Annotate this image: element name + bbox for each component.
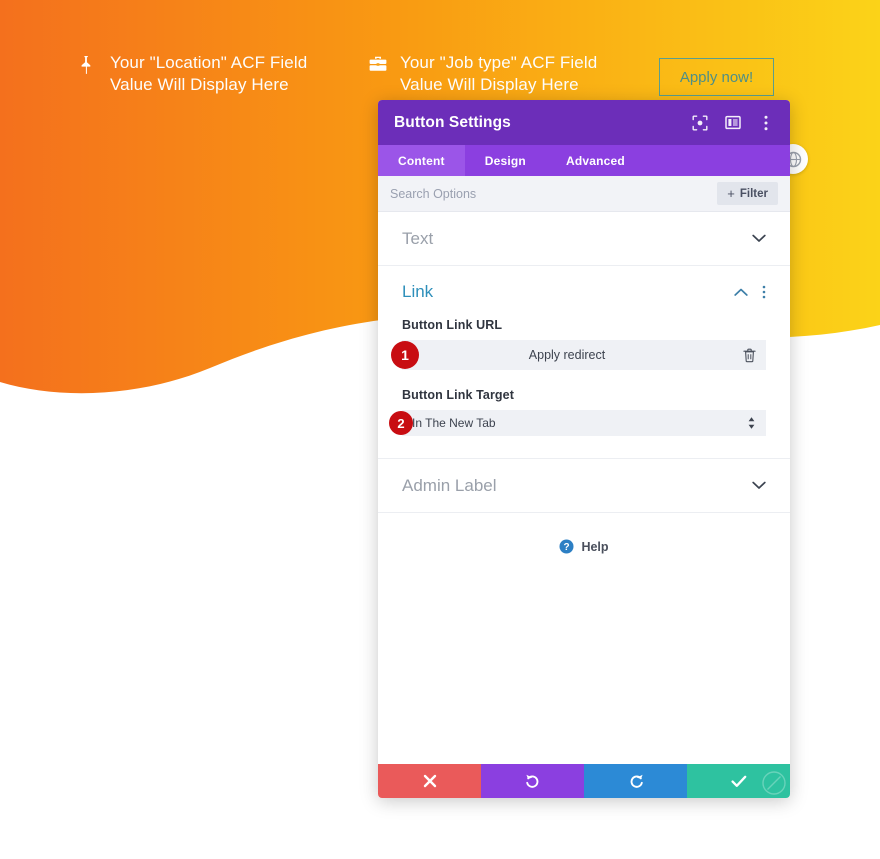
screen: Your "Location" ACF Field Value Will Dis… <box>0 0 880 859</box>
tab-design[interactable]: Design <box>465 145 546 176</box>
panel-tabs: Content Design Advanced <box>378 145 790 176</box>
step-badge-2: 2 <box>389 411 413 435</box>
map-pin-icon <box>78 55 98 81</box>
meta-location: Your "Location" ACF Field Value Will Dis… <box>78 52 307 96</box>
help-button[interactable]: ? Help <box>378 513 790 580</box>
section-link-header[interactable]: Link <box>378 266 790 318</box>
meta-location-text: Your "Location" ACF Field Value Will Dis… <box>110 53 308 94</box>
tab-content[interactable]: Content <box>378 145 465 176</box>
step-badge-1: 1 <box>391 341 419 369</box>
button-link-target-label: Button Link Target <box>402 388 514 402</box>
chevron-down-icon[interactable] <box>752 481 766 490</box>
cancel-button[interactable] <box>378 764 481 798</box>
vertical-dots-icon[interactable] <box>758 115 774 131</box>
button-settings-panel: Button Settings Content Design Advanced … <box>378 100 790 798</box>
chevron-up-icon[interactable] <box>734 288 748 297</box>
svg-text:?: ? <box>564 542 570 553</box>
button-link-url-label: Button Link URL <box>402 318 503 332</box>
section-admin-label-title: Admin Label <box>402 475 497 495</box>
button-link-url-value: Apply redirect <box>528 348 606 362</box>
trash-icon[interactable] <box>732 348 766 363</box>
meta-jobtype-text: Your "Job type" ACF Field Value Will Dis… <box>400 53 598 94</box>
undo-button[interactable] <box>481 764 584 798</box>
button-link-url-field[interactable]: 1 Apply redirect <box>391 340 766 370</box>
button-link-target-select[interactable]: 2 In The New Tab <box>389 410 766 436</box>
section-link: Link Button Link URL 1 Apply redirect Bu… <box>378 266 790 459</box>
check-icon <box>730 775 747 788</box>
filter-label: Filter <box>739 187 768 200</box>
help-label: Help <box>581 539 609 554</box>
chevron-down-icon[interactable] <box>752 234 766 243</box>
panel-body: Text Link Button Link URL 1 Apply redire… <box>378 212 790 764</box>
panel-footer <box>378 764 790 798</box>
undo-arrow-icon <box>525 773 541 789</box>
section-admin-label[interactable]: Admin Label <box>378 459 790 513</box>
link-options-vertical-dots-icon[interactable] <box>762 285 766 299</box>
question-circle-icon: ? <box>559 539 574 554</box>
resize-handle[interactable] <box>761 770 787 796</box>
search-bar: + Filter <box>378 176 790 212</box>
x-icon <box>423 774 437 788</box>
meta-jobtype: Your "Job type" ACF Field Value Will Dis… <box>368 52 597 96</box>
filter-button[interactable]: + Filter <box>717 182 778 205</box>
panel-title: Button Settings <box>394 113 511 131</box>
redo-arrow-icon <box>628 773 644 789</box>
plus-icon: + <box>727 186 735 201</box>
focus-target-icon[interactable] <box>692 115 708 131</box>
section-text-title: Text <box>402 228 434 248</box>
tab-advanced[interactable]: Advanced <box>546 145 645 176</box>
search-input[interactable] <box>390 186 718 201</box>
briefcase-icon <box>368 55 388 81</box>
select-arrows-icon[interactable] <box>747 416 756 430</box>
link-fields: Button Link URL 1 Apply redirect Button … <box>378 318 790 458</box>
section-text[interactable]: Text <box>378 212 790 266</box>
redo-button[interactable] <box>584 764 687 798</box>
button-link-target-value: In The New Tab <box>412 416 496 430</box>
layout-columns-icon[interactable] <box>725 115 741 131</box>
apply-now-button[interactable]: Apply now! <box>659 58 774 96</box>
panel-header: Button Settings <box>378 100 790 145</box>
section-link-title: Link <box>402 282 434 301</box>
panel-header-icons <box>692 115 774 131</box>
